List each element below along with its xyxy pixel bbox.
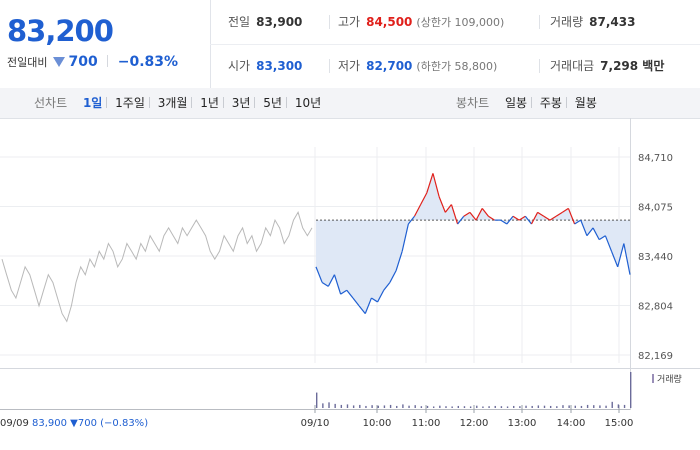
volume-bar [445, 406, 447, 408]
volume-bar [543, 405, 546, 408]
volume-bar [525, 405, 527, 408]
x-tick-label: 10:00 [363, 418, 392, 429]
volume-bar [457, 405, 460, 408]
footer-percent: (−0.83%) [100, 418, 148, 429]
volume-bar [346, 404, 349, 408]
volume-bar [537, 405, 540, 408]
prev-day-footer: 09/09 83,900 ▼700 (−0.83%) [0, 418, 148, 429]
volume-bar [531, 405, 533, 408]
volume-bar [352, 405, 355, 408]
x-tick-label: 14:00 [557, 418, 586, 429]
x-tick-label: 15:00 [605, 418, 634, 429]
volume-bar [630, 372, 632, 408]
volume-bar [617, 404, 620, 408]
volume-bar [389, 404, 392, 408]
volume-bar [408, 405, 410, 408]
volume-bar [328, 402, 330, 408]
y-tick-label: 82,169 [638, 351, 673, 362]
x-tick-label: 13:00 [508, 418, 537, 429]
volume-bar [611, 401, 613, 408]
volume-bar [359, 404, 361, 408]
volume-bar [519, 406, 521, 408]
volume-bar [488, 406, 490, 408]
volume-bar [506, 406, 509, 408]
y-tick-label: 83,440 [638, 252, 673, 263]
volume-legend-label: 거래량 [657, 373, 682, 385]
footer-change: ▼700 [70, 418, 100, 429]
footer-date: 09/09 [0, 418, 32, 429]
area-fill [316, 173, 630, 314]
volume-bar [322, 403, 324, 408]
volume-bar [568, 405, 570, 408]
volume-bar [371, 405, 373, 408]
x-tick-label: 09/10 [301, 418, 330, 429]
volume-bar [316, 392, 318, 408]
volume-bar [451, 406, 453, 408]
volume-bar [365, 405, 367, 408]
volume-bar [426, 405, 429, 408]
y-tick-label: 84,075 [638, 202, 673, 213]
y-tick-label: 84,710 [638, 153, 673, 164]
volume-bar [574, 405, 576, 408]
volume-bar [605, 405, 607, 408]
volume-bar [513, 405, 515, 408]
footer-close: 83,900 [32, 418, 70, 429]
volume-bar [599, 405, 601, 408]
volume-bar [549, 405, 552, 408]
volume-bar [623, 404, 626, 408]
volume-bar [439, 405, 441, 408]
volume-bar [463, 406, 466, 408]
volume-bar [420, 406, 423, 408]
y-tick-label: 82,804 [638, 302, 673, 313]
volume-top-border [0, 368, 700, 369]
volume-bar [586, 404, 589, 408]
volume-bar [383, 405, 386, 408]
plot-right-border [630, 118, 631, 410]
x-tick-label: 11:00 [412, 418, 441, 429]
volume-bar [500, 406, 503, 408]
volume-bar [593, 405, 595, 408]
volume-bar [432, 406, 435, 408]
volume-bar [334, 403, 336, 408]
volume-bar [402, 404, 404, 408]
volume-bar [562, 405, 564, 408]
volume-bar [556, 406, 558, 408]
x-tick-label: 12:00 [460, 418, 489, 429]
volume-bar [377, 405, 379, 408]
volume-bar [414, 405, 416, 408]
volume-bar [340, 404, 343, 408]
volume-legend-swatch [652, 374, 654, 383]
volume-bar [476, 405, 478, 408]
price-chart: 84,710 84,075 83,440 82,804 82,169 09/10 10:00… [0, 118, 700, 429]
volume-bar [482, 406, 484, 408]
volume-bar [580, 405, 583, 408]
volume-bar [469, 406, 472, 408]
volume-bar [494, 405, 496, 408]
volume-bar [396, 405, 398, 408]
